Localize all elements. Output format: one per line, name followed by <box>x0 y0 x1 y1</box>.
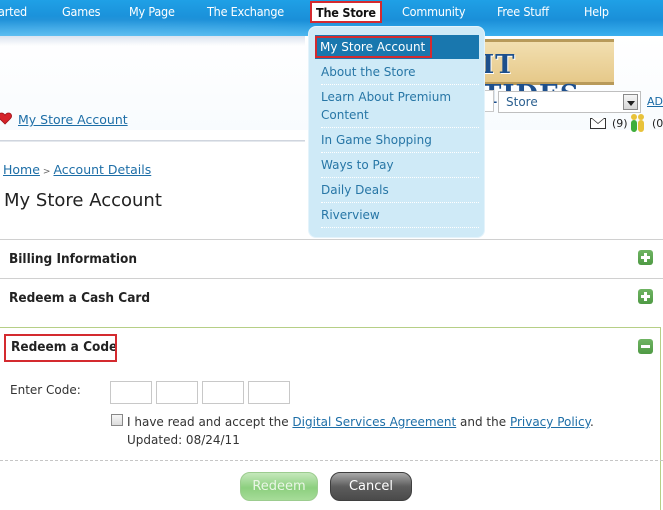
search-scope-value: Store <box>506 95 538 109</box>
site-logo[interactable]: IT TIDES <box>478 39 614 110</box>
code-field-3[interactable] <box>202 381 244 404</box>
nav-item-my-page[interactable]: My Page <box>129 4 175 20</box>
code-field-4[interactable] <box>248 381 290 404</box>
nav-item-the-exchange[interactable]: The Exchange <box>207 4 284 20</box>
cancel-button[interactable]: Cancel <box>330 472 412 501</box>
updated-date: Updated: 08/24/11 <box>127 433 240 447</box>
header-shadow <box>0 36 305 46</box>
menu-item-learn-about-premium-content[interactable]: Learn About Premium Content <box>321 88 479 124</box>
nav-item-free-stuff[interactable]: Free Stuff <box>497 4 549 20</box>
mail-count: (9) <box>612 117 628 130</box>
redeem-button[interactable]: Redeem <box>240 472 318 501</box>
breadcrumb-account-details[interactable]: Account Details <box>53 162 151 177</box>
section-divider <box>0 239 663 240</box>
mail-icon[interactable] <box>590 118 606 129</box>
agree-checkbox[interactable] <box>111 414 123 426</box>
chevron-down-icon[interactable] <box>623 94 638 110</box>
expand-plus-icon[interactable] <box>638 289 653 304</box>
menu-separator <box>321 127 479 128</box>
section-redeem-cash-card[interactable]: Redeem a Cash Card <box>9 290 150 306</box>
breadcrumb-separator: > <box>42 167 51 177</box>
section-billing-information[interactable]: Billing Information <box>9 251 137 267</box>
nav-item-the-store[interactable]: The Store <box>310 1 382 23</box>
highlight-box <box>315 36 432 58</box>
agree-prefix: I have read and accept the <box>127 415 293 429</box>
menu-separator <box>321 202 479 203</box>
breadcrumb: Home > Account Details <box>3 162 151 177</box>
breadcrumb-home[interactable]: Home <box>3 162 40 177</box>
page-title: My Store Account <box>4 190 162 211</box>
nav-item-games[interactable]: Games <box>62 4 101 20</box>
menu-separator <box>321 152 479 153</box>
friends-count: (0 <box>652 117 663 130</box>
menu-separator <box>321 177 479 178</box>
menu-item-ways-to-pay[interactable]: Ways to Pay <box>321 156 479 174</box>
section-divider <box>0 278 663 279</box>
heart-icon <box>0 112 12 125</box>
agree-text: I have read and accept the Digital Servi… <box>127 415 594 429</box>
friends-icon[interactable] <box>631 114 645 132</box>
menu-item-riverview[interactable]: Riverview <box>321 206 479 224</box>
menu-item-daily-deals[interactable]: Daily Deals <box>321 181 479 199</box>
advanced-search-link[interactable]: ADV <box>647 95 663 108</box>
enter-code-label: Enter Code: <box>10 383 81 397</box>
form-divider <box>0 460 663 461</box>
menu-item-about-the-store[interactable]: About the Store <box>321 63 479 81</box>
search-scope-select[interactable]: Store <box>498 91 641 113</box>
menu-item-in-game-shopping[interactable]: In Game Shopping <box>321 131 479 149</box>
nav-item-help[interactable]: Help <box>584 4 609 20</box>
privacy-policy-link[interactable]: Privacy Policy <box>510 415 590 429</box>
expand-plus-icon[interactable] <box>638 250 653 265</box>
code-field-1[interactable] <box>110 381 152 404</box>
agree-suffix: . <box>590 415 594 429</box>
collapse-minus-icon[interactable] <box>638 339 653 354</box>
nav-item-getting-started[interactable]: arted <box>0 4 27 20</box>
digital-services-agreement-link[interactable]: Digital Services Agreement <box>292 415 456 429</box>
favorite-link[interactable]: My Store Account <box>18 112 128 127</box>
nav-item-community[interactable]: Community <box>402 4 465 20</box>
header-divider <box>0 140 305 142</box>
agree-middle: and the <box>456 415 510 429</box>
code-field-2[interactable] <box>156 381 198 404</box>
menu-separator <box>321 84 479 85</box>
menu-separator <box>321 227 479 228</box>
highlight-box <box>4 334 117 362</box>
